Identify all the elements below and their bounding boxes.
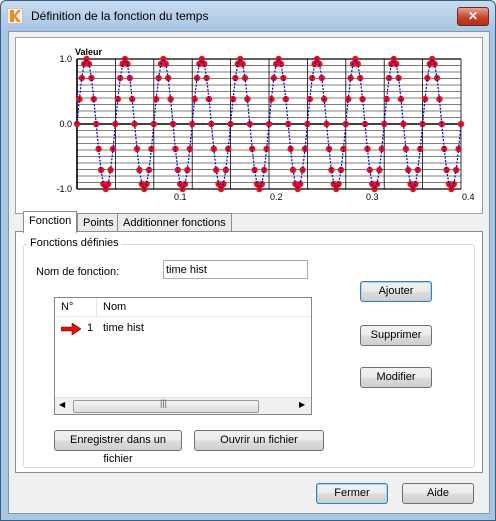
window-title: Définition de la fonction du temps	[31, 9, 209, 23]
y-axis-label: Valeur	[75, 47, 103, 57]
time-function-chart: 1.0 0.0 -1.0 0.1 0.2 0.3 0.4 Valeur	[56, 47, 475, 202]
chart-panel: 1.0 0.0 -1.0 0.1 0.2 0.3 0.4 Valeur	[15, 37, 483, 214]
x-tick-label: 0.3	[366, 192, 379, 202]
y-tick-label: 0.0	[59, 119, 72, 129]
open-file-button[interactable]: Ouvrir un fichier	[194, 430, 324, 451]
dialog-body: 1.0 0.0 -1.0 0.1 0.2 0.3 0.4 Valeur Fonction Po…	[8, 31, 490, 514]
y-tick-label: -1.0	[56, 184, 72, 194]
selected-arrow-icon	[61, 323, 81, 335]
app-logo-icon	[7, 8, 23, 24]
row-number: 1	[87, 322, 94, 334]
functions-list[interactable]: N° Nom 1 time hist ◀ ||| ▶	[54, 297, 312, 415]
modify-button[interactable]: Modifier	[360, 367, 432, 388]
list-item[interactable]: 1 time hist	[55, 320, 311, 338]
title-bar[interactable]: Définition de la fonction du temps ✕	[1, 1, 495, 31]
delete-button[interactable]: Supprimer	[360, 325, 432, 346]
add-button[interactable]: Ajouter	[360, 281, 432, 302]
dialog-window: Définition de la fonction du temps ✕ 1.0…	[0, 0, 496, 521]
horizontal-scrollbar[interactable]: ◀ ||| ▶	[55, 397, 311, 414]
x-tick-label: 0.1	[174, 192, 187, 202]
list-header: N° Nom	[55, 298, 311, 317]
x-tick-label: 0.2	[270, 192, 283, 202]
tab-panel-fonction: Fonctions définies Nom de fonction: N° N…	[15, 231, 483, 473]
defined-functions-group: Fonctions définies Nom de fonction: N° N…	[23, 237, 475, 468]
close-window-button[interactable]: ✕	[457, 7, 489, 26]
function-name-label: Nom de fonction:	[36, 266, 120, 278]
tab-fonction[interactable]: Fonction	[23, 211, 78, 233]
scrollbar-thumb[interactable]: |||	[73, 398, 259, 413]
tab-points[interactable]: Points	[77, 213, 120, 232]
function-name-input[interactable]	[163, 260, 308, 279]
group-title: Fonctions définies	[28, 237, 121, 249]
x-tick-label: 0.4	[462, 192, 475, 202]
help-button[interactable]: Aide	[402, 483, 474, 504]
close-button[interactable]: Fermer	[316, 483, 388, 504]
scroll-left-icon[interactable]: ◀	[59, 400, 65, 409]
save-to-file-button[interactable]: Enregistrer dans un fichier	[54, 430, 182, 465]
column-header-number[interactable]: N°	[55, 298, 97, 316]
y-tick-label: 1.0	[59, 54, 72, 64]
column-header-name[interactable]: Nom	[97, 298, 311, 316]
grip-icon: |||	[160, 398, 168, 408]
scroll-right-icon[interactable]: ▶	[299, 400, 305, 409]
tab-additionner-fonctions[interactable]: Additionner fonctions	[117, 213, 232, 232]
row-name: time hist	[103, 322, 144, 334]
